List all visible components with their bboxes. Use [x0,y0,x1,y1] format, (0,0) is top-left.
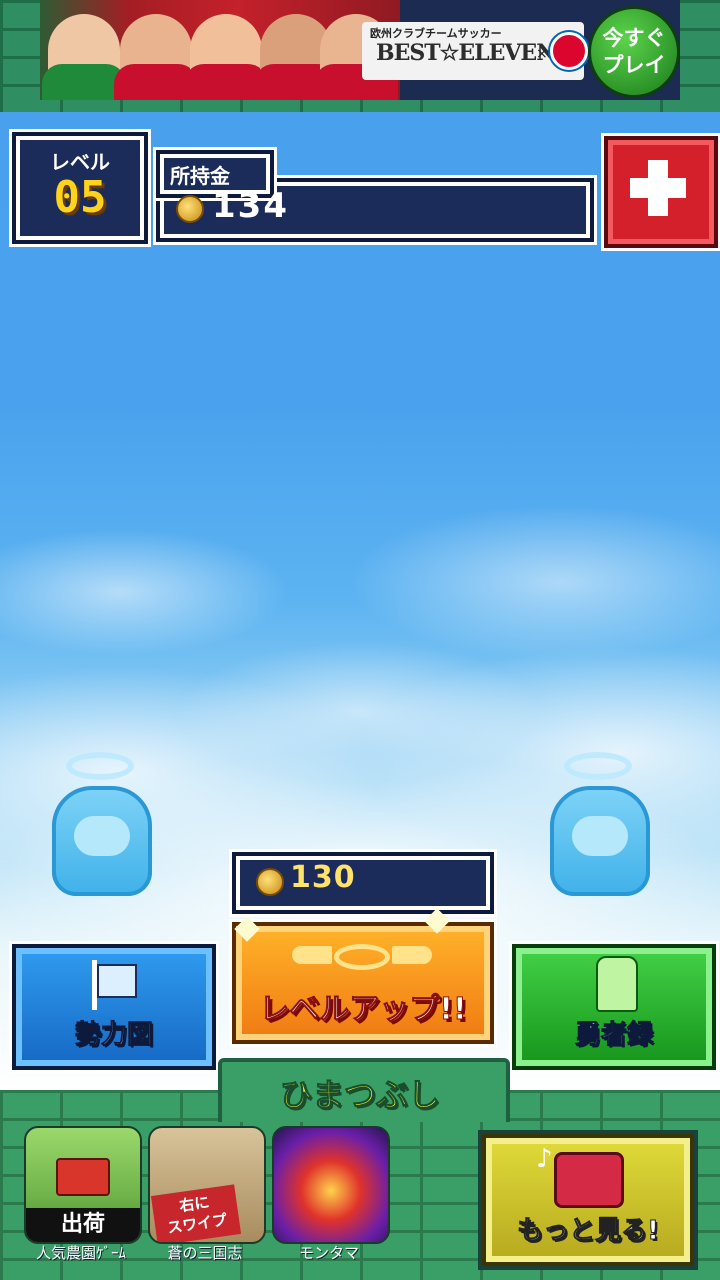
app-farm-badge: 出荷 [26,1208,140,1242]
app-icon-sangoku[interactable]: 右に スワイプ [148,1126,266,1244]
level-value: 05 [53,172,107,223]
level-label: レベル [50,150,110,174]
coin-icon [176,195,204,223]
ad-play-label-2: プレイ [602,53,666,77]
ad-times: × [536,46,548,62]
plus-icon-bar [630,178,686,198]
ghost-body [52,786,152,896]
ghost-statue-left [52,752,152,896]
app-sangoku-badge: 右に スワイプ [150,1184,242,1242]
truck-icon [56,1158,110,1196]
coin-icon [256,868,284,896]
wings-icon [292,936,432,978]
ad-banner[interactable]: 欧州クラブチームサッカー BEST☆ELEVEN × 今すぐ プレイ [40,0,680,100]
ad-title: BEST☆ELEVEN [376,40,556,66]
add-coins-button[interactable] [604,136,718,248]
ad-subtitle: 欧州クラブチームサッカー [370,27,502,40]
club-crest-icon [550,32,588,70]
player-figure [114,14,198,100]
level-up-button[interactable]: レベルアップ!! [232,922,494,1044]
app-icon-montama[interactable] [272,1126,390,1244]
player-figure [184,14,268,100]
app-icon-farm[interactable]: 出荷 [24,1126,142,1244]
ghost-statue-right [550,752,650,896]
flag-icon [92,960,137,1010]
heroes-label: 勇者録 [574,1020,653,1051]
section-title: ひまつぶし [279,1076,440,1115]
gold-value: 134 [212,186,289,226]
app-caption-sangoku: 蒼の三国志 [167,1244,243,1262]
gold-label: 所持金 [170,164,230,188]
ghost-body [550,786,650,896]
territory-label: 勢力図 [74,1020,153,1051]
player-figure [42,14,126,100]
heroes-record-button[interactable]: 勇者録 [512,944,716,1070]
ad-play-button[interactable]: 今すぐ プレイ [588,6,680,98]
more-apps-button[interactable]: ♪ もっと見る! [482,1134,694,1266]
ad-players-image [40,0,400,100]
levelup-cost-value: 130 [290,860,356,895]
territory-map-button[interactable]: 勢力図 [12,944,216,1070]
music-note-icon: ♪ [536,1144,553,1174]
halo-icon [564,752,632,780]
app-caption-farm: 人気農園ｹﾞｰﾑ [35,1244,126,1262]
ad-play-label-1: 今すぐ [602,26,666,50]
gift-box-icon [554,1152,624,1208]
knight-icon [596,956,638,1012]
more-label: もっと見る! [517,1216,660,1247]
level-up-label: レベルアップ!! [259,992,467,1028]
app-caption-montama: モンタマ [298,1244,359,1262]
level-panel: レベル 05 [12,132,148,244]
halo-icon [66,752,134,780]
